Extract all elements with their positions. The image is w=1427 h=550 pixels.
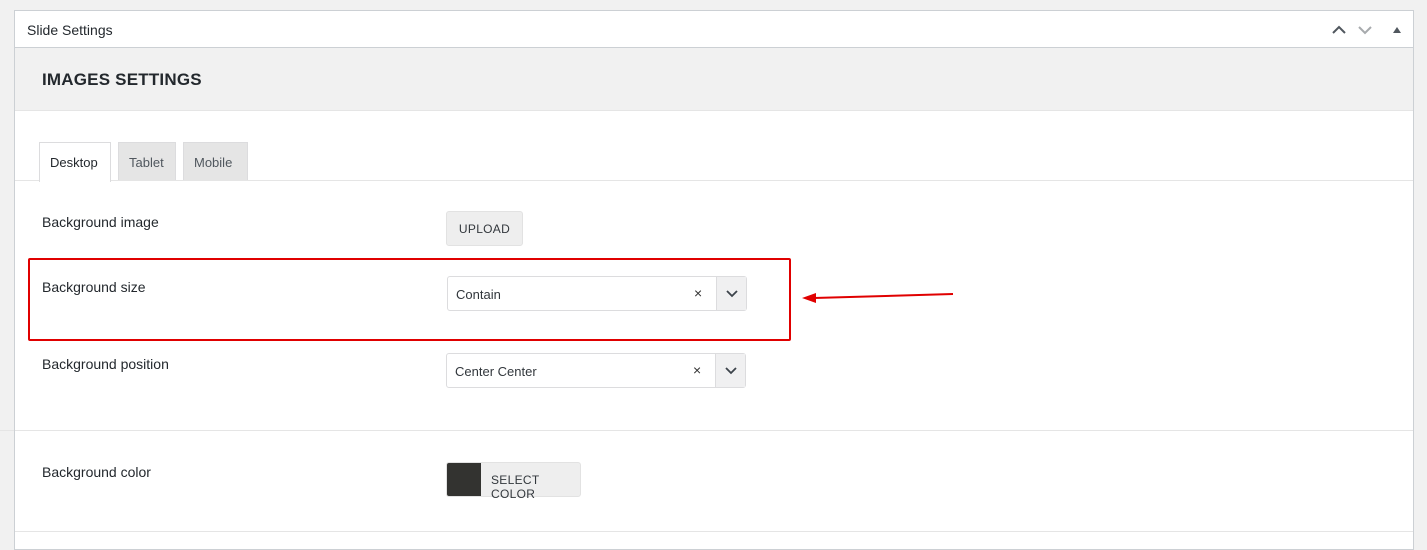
background-color-label: Background color [42,464,151,480]
background-position-label: Background position [42,356,169,372]
chevron-up-icon [1332,25,1346,34]
section-title: IMAGES SETTINGS [42,70,202,89]
tab-desktop[interactable]: Desktop [39,142,111,182]
section-divider [15,531,1413,532]
toggle-panel-button[interactable] [1387,20,1407,40]
slide-settings-metabox: Slide Settings IMAGES SETTINGS Desktop T… [14,10,1414,550]
chevron-down-icon [1358,26,1372,35]
tab-mobile[interactable]: Mobile [183,142,248,181]
background-image-label: Background image [42,214,159,230]
section-divider [15,430,1413,431]
page-edge-line [0,430,14,431]
tabs-divider [15,180,1413,181]
section-header: IMAGES SETTINGS [15,48,1413,111]
triangle-up-icon [1393,27,1401,33]
metabox-title: Slide Settings [27,22,113,38]
chevron-down-icon [725,289,738,297]
dropdown-toggle[interactable] [715,354,745,387]
dropdown-toggle[interactable] [716,277,746,310]
select-color-label: SELECT COLOR [491,473,540,501]
selected-value: Center Center [455,364,537,379]
metabox-header: Slide Settings [15,11,1413,48]
annotation-arrow-icon [802,293,954,303]
chevron-down-icon [724,366,737,374]
move-up-button[interactable] [1329,20,1349,40]
background-position-select[interactable]: Center Center × [446,353,746,388]
background-size-select[interactable]: Contain × [447,276,747,311]
background-size-label: Background size [42,279,146,295]
clear-selection-button[interactable]: × [693,362,701,378]
tab-label: Tablet [129,154,164,170]
tab-label: Desktop [50,155,98,170]
upload-button[interactable]: UPLOAD [446,211,523,246]
tab-label: Mobile [194,154,233,170]
tab-tablet[interactable]: Tablet [118,142,176,181]
color-swatch [447,463,481,496]
select-color-button[interactable]: SELECT COLOR [446,462,581,501]
selected-value: Contain [456,287,501,302]
move-down-button[interactable] [1355,20,1375,40]
clear-selection-button[interactable]: × [694,285,702,301]
